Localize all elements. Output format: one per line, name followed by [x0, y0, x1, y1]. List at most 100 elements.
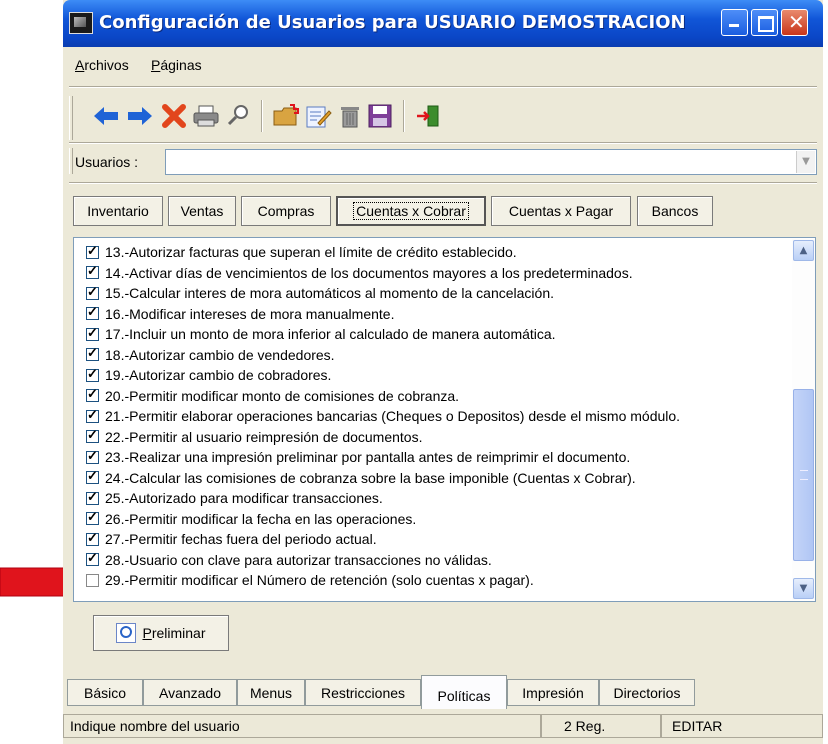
tab-politicas[interactable]: Políticas: [421, 675, 507, 709]
checkbox-checked[interactable]: [86, 386, 99, 402]
chevron-down-icon[interactable]: ▼: [796, 151, 815, 173]
permission-row[interactable]: 14.-Activar días de vencimientos de los …: [86, 263, 633, 283]
status-record-count: 2 Reg.: [541, 714, 661, 738]
divider: [69, 142, 817, 144]
permission-row[interactable]: 27.-Permitir fechas fuera del periodo ac…: [86, 529, 377, 549]
permissions-list[interactable]: ▲ ▼ 13.-Autorizar facturas que superan e…: [73, 237, 816, 602]
permission-label: 23.-Realizar una impresión preliminar po…: [105, 449, 631, 465]
tab-restricciones[interactable]: Restricciones: [305, 679, 421, 706]
tab-impresion[interactable]: Impresión: [507, 679, 599, 706]
checkbox-checked[interactable]: [86, 243, 99, 259]
checkbox-checked[interactable]: [86, 550, 99, 566]
permission-label: 24.-Calcular las comisiones de cobranza …: [105, 469, 636, 486]
search-icon[interactable]: [223, 100, 253, 132]
permission-label: 14.-Activar días de vencimientos de los …: [105, 264, 633, 281]
permission-label: 13.-Autorizar facturas que superan el lí…: [105, 244, 517, 260]
checkbox-checked[interactable]: [86, 263, 99, 279]
checkbox-checked[interactable]: [86, 345, 99, 361]
tab-cuentas-x-pagar[interactable]: Cuentas x Pagar: [491, 196, 631, 226]
checkbox-checked[interactable]: [86, 509, 99, 525]
minimize-button[interactable]: [721, 9, 748, 36]
combo-grip: [69, 148, 73, 174]
menu-bar: Archivos Páginas: [63, 48, 823, 80]
app-icon: [69, 12, 93, 34]
permission-label: 22.-Permitir al usuario reimpresión de d…: [105, 428, 423, 445]
scroll-thumb[interactable]: [793, 389, 814, 561]
checkbox-checked[interactable]: [86, 284, 99, 300]
preliminar-button[interactable]: Preliminar: [93, 615, 229, 651]
checkbox-unchecked[interactable]: [86, 573, 99, 587]
tab-inventario[interactable]: Inventario: [73, 196, 163, 226]
checkbox-checked[interactable]: [86, 530, 99, 546]
checkbox-checked[interactable]: [86, 489, 99, 505]
permission-label: 17.-Incluir un monto de mora inferior al…: [105, 326, 556, 342]
permission-row[interactable]: 29.-Permitir modificar el Número de rete…: [86, 570, 534, 590]
permission-row[interactable]: 24.-Calcular las comisiones de cobranza …: [86, 468, 636, 488]
permission-label: 15.-Calcular interes de mora automáticos…: [105, 285, 555, 301]
permission-row[interactable]: 22.-Permitir al usuario reimpresión de d…: [86, 427, 422, 447]
maximize-button[interactable]: [751, 9, 778, 36]
scroll-up-icon[interactable]: ▲: [793, 240, 814, 261]
status-mode: EDITAR: [661, 714, 823, 738]
tab-avanzado[interactable]: Avanzado: [143, 679, 237, 706]
status-message: Indique nombre del usuario: [63, 714, 541, 738]
permission-label: 16.-Modificar intereses de mora manualme…: [105, 305, 395, 322]
menu-archivos[interactable]: Archivos: [75, 57, 129, 73]
users-combobox[interactable]: ▼: [165, 149, 817, 175]
permission-row[interactable]: 25.-Autorizado para modificar transaccio…: [86, 488, 383, 508]
menu-paginas[interactable]: Páginas: [151, 57, 202, 73]
checkbox-checked[interactable]: [86, 325, 99, 341]
permission-label: 18.-Autorizar cambio de vendedores.: [105, 346, 335, 363]
tab-cuentas-x-cobrar[interactable]: Cuentas x Cobrar: [336, 196, 486, 226]
checkbox-checked[interactable]: [86, 427, 99, 443]
permission-row[interactable]: 26.-Permitir modificar la fecha en las o…: [86, 509, 416, 529]
close-button[interactable]: ✕: [781, 9, 808, 36]
permission-label: 21.-Permitir elaborar operaciones bancar…: [105, 408, 681, 424]
tab-basico[interactable]: Básico: [67, 679, 143, 706]
checkbox-checked[interactable]: [86, 448, 99, 464]
permission-row[interactable]: 17.-Incluir un monto de mora inferior al…: [86, 324, 556, 344]
permission-row[interactable]: 13.-Autorizar facturas que superan el lí…: [86, 242, 517, 262]
permission-label: 27.-Permitir fechas fuera del periodo ac…: [105, 531, 377, 547]
divider: [69, 86, 817, 88]
print-icon[interactable]: [191, 100, 221, 132]
permission-row[interactable]: 23.-Realizar una impresión preliminar po…: [86, 447, 630, 467]
permission-row[interactable]: 20.-Permitir modificar monto de comision…: [86, 386, 459, 406]
exit-icon[interactable]: [413, 100, 443, 132]
permission-row[interactable]: 15.-Calcular interes de mora automáticos…: [86, 283, 554, 303]
permission-label: 19.-Autorizar cambio de cobradores.: [105, 367, 332, 383]
permission-row[interactable]: 21.-Permitir elaborar operaciones bancar…: [86, 406, 680, 426]
tab-bancos[interactable]: Bancos: [637, 196, 713, 226]
save-icon[interactable]: [365, 100, 395, 132]
permission-row[interactable]: 19.-Autorizar cambio de cobradores.: [86, 365, 331, 385]
preview-icon: [116, 623, 137, 643]
permission-row[interactable]: 18.-Autorizar cambio de vendedores.: [86, 345, 335, 365]
tab-directorios[interactable]: Directorios: [599, 679, 695, 706]
permission-label: 28.-Usuario con clave para autorizar tra…: [105, 551, 492, 568]
permission-label: 26.-Permitir modificar la fecha en las o…: [105, 510, 417, 527]
new-folder-icon[interactable]: [271, 100, 301, 132]
users-label: Usuarios :: [75, 154, 139, 170]
tab-menus[interactable]: Menus: [237, 679, 305, 706]
permission-row[interactable]: 16.-Modificar intereses de mora manualme…: [86, 304, 394, 324]
checkbox-checked[interactable]: [86, 366, 99, 382]
tab-ventas[interactable]: Ventas: [168, 196, 236, 226]
checkbox-checked[interactable]: [86, 304, 99, 320]
title-bar[interactable]: Configuración de Usuarios para USUARIO D…: [63, 0, 823, 47]
toolbar-separator: [403, 100, 405, 132]
delete-icon[interactable]: [159, 100, 189, 132]
back-arrow-icon[interactable]: [91, 100, 121, 132]
checkbox-checked[interactable]: [86, 407, 99, 423]
toolbar-grip[interactable]: [69, 96, 73, 140]
vertical-scrollbar[interactable]: ▲ ▼: [792, 239, 815, 600]
app-window: Configuración de Usuarios para USUARIO D…: [63, 0, 823, 744]
tab-compras[interactable]: Compras: [241, 196, 331, 226]
toolbar-separator: [261, 100, 263, 132]
edit-icon[interactable]: [303, 100, 333, 132]
scroll-down-icon[interactable]: ▼: [793, 578, 814, 599]
forward-arrow-icon[interactable]: [125, 100, 155, 132]
divider: [69, 182, 817, 184]
trash-icon[interactable]: [335, 100, 365, 132]
checkbox-checked[interactable]: [86, 468, 99, 484]
permission-row[interactable]: 28.-Usuario con clave para autorizar tra…: [86, 550, 492, 570]
